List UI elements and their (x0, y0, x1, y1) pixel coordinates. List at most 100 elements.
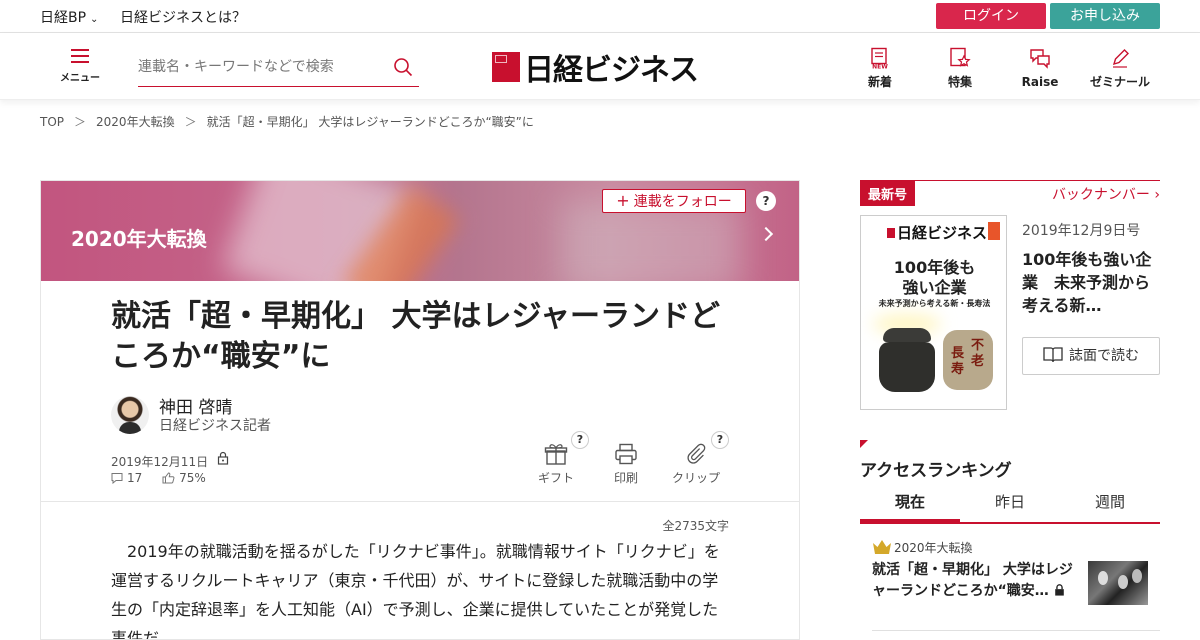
cover-headline-line: 強い企業 (902, 278, 967, 297)
nikkei-bp-dropdown[interactable]: 日経BP ⌄ (40, 7, 98, 27)
menu-button[interactable]: メニュー (58, 49, 102, 89)
breadcrumb-separator: ＞ (184, 115, 197, 129)
lock-icon (1054, 584, 1064, 596)
latest-issue-tag: 最新号 (860, 181, 916, 206)
comment-icon (111, 473, 123, 484)
back-numbers-link[interactable]: バックナンバー › (1052, 184, 1160, 204)
nav-new-label: 新着 (867, 75, 892, 89)
about-link[interactable]: 日経ビジネスとは？ (120, 7, 246, 27)
ranking-marker-icon (860, 440, 868, 448)
nikkei-bp-label: 日経BP (40, 10, 87, 26)
clip-help-icon[interactable]: ? (711, 431, 729, 449)
gift-icon (544, 444, 568, 465)
cover-headline-line: 100年後も (893, 258, 976, 277)
article-card: 2020年大転換 + 連載をフォロー ? 就活「超・早期化」 大学はレジャーランド… (40, 180, 800, 640)
word-count: 全2735文字 (662, 519, 729, 533)
follow-label: 連載をフォロー (633, 194, 732, 210)
book-icon (1043, 347, 1063, 363)
nav-raise-label: Raise (1021, 75, 1059, 89)
breadcrumb-separator: ＞ (74, 115, 87, 129)
lock-icon (217, 451, 229, 465)
jar-char: 老 (971, 354, 985, 369)
cover-headline: 100年後も 強い企業 (861, 258, 1006, 298)
breadcrumb-series[interactable]: 2020年大転換 (96, 115, 175, 129)
tab-current[interactable]: 現在 (860, 486, 960, 522)
seminar-icon (1112, 49, 1129, 68)
breadcrumb-top[interactable]: TOP (40, 115, 64, 129)
author-avatar (111, 396, 149, 434)
magazine-cover[interactable]: 日経ビジネス 100年後も 強い企業 未来予測から考える新・長寿法 不 老 長 … (860, 215, 1007, 410)
search-input[interactable] (138, 51, 378, 83)
clip-label: クリップ (671, 471, 720, 485)
ranking-thumbnail (1088, 561, 1148, 605)
chevron-right-icon (758, 226, 774, 242)
breadcrumb-current: 就活「超・早期化」 大学はレジャーランドどころか“職安”に (206, 115, 534, 129)
svg-text:NEW: NEW (872, 64, 888, 70)
ranking-series: 2020年大転換 (894, 541, 973, 555)
search-box (138, 51, 419, 87)
ranking-title: アクセスランキング (860, 461, 1012, 481)
back-numbers-label: バックナンバー (1051, 187, 1150, 203)
ranking-headline-text: 就活「超・早期化」 大学はレジャーランドどころか“職安… (872, 562, 1073, 599)
ranking-tabs: 現在 昨日 週間 (860, 486, 1160, 524)
new-icon: NEW (871, 47, 888, 70)
cover-logo-text: 日経ビジネス (897, 224, 988, 242)
print-icon (615, 443, 637, 465)
read-button-label: 誌面で読む (1069, 348, 1139, 364)
cover-tagline: 未来予測から考える新・長寿法 (878, 299, 991, 308)
cover-logo: 日経ビジネス (887, 222, 987, 243)
article-headline: 就活「超・早期化」 大学はレジャーランドどころか“職安”に (111, 299, 720, 374)
publish-date: 2019年12月11日 (111, 455, 209, 469)
nav-raise[interactable]: Raise (1005, 47, 1075, 90)
gift-help-icon[interactable]: ? (571, 431, 589, 449)
ranking-item[interactable]: 2020年大転換 就活「超・早期化」 大学はレジャーランドどころか“職安… (872, 536, 1160, 616)
raise-icon (1030, 49, 1050, 69)
cover-badge (988, 222, 1000, 240)
series-title: 2020年大転換 (71, 227, 207, 251)
nav-new[interactable]: NEW 新着 (845, 47, 915, 90)
chevron-right-icon: › (1154, 187, 1160, 203)
follow-help-icon[interactable]: ? (756, 191, 776, 211)
login-button[interactable]: ログイン (936, 3, 1046, 29)
breadcrumb: TOP ＞ 2020年大転換 ＞ 就活「超・早期化」 大学はレジャーランドどころか“職安… (40, 113, 534, 130)
tab-weekly[interactable]: 週間 (1060, 486, 1160, 522)
read-magazine-button[interactable]: 誌面で読む (1022, 337, 1160, 375)
nav-feature[interactable]: 特集 (925, 47, 995, 90)
clip-button[interactable]: クリップ ? (671, 431, 729, 486)
utility-bar: 日経BP ⌄ 日経ビジネスとは？ ログイン お申し込み (0, 0, 1200, 33)
logo-text: 日経ビジネス (524, 53, 699, 88)
divider (41, 501, 799, 502)
site-logo[interactable]: 日経ビジネス (492, 49, 699, 88)
logo-mark-icon (492, 52, 520, 82)
issue-title[interactable]: 100年後も強い企業 未来予測から考える新… (1022, 248, 1160, 317)
author-role: 日経ビジネス記者 (159, 418, 271, 434)
follow-series-button[interactable]: + 連載をフォロー (602, 189, 746, 213)
ranking-headline: 就活「超・早期化」 大学はレジャーランドどころか“職安… (872, 560, 1077, 602)
tab-yesterday[interactable]: 昨日 (960, 486, 1060, 522)
jar-char: 寿 (951, 362, 965, 377)
print-button[interactable]: 印刷 (601, 443, 651, 486)
article-stats: 17 75% (111, 471, 206, 485)
search-icon[interactable] (393, 57, 413, 77)
crown-icon (873, 540, 891, 554)
gift-button[interactable]: ギフト ? (531, 431, 589, 486)
cover-jar-image: 不 老 長 寿 (943, 330, 993, 390)
article-body: 2019年の就職活動を揺るがした「リクナビ事件」。就職情報サイト「リクナビ」を運… (111, 542, 720, 640)
divider (872, 630, 1160, 631)
clip-icon (687, 443, 706, 464)
menu-label: メニュー (60, 73, 100, 84)
issue-date: 2019年12月9日号 (1022, 223, 1141, 239)
site-header: メニュー 日経ビジネス NEW 新着 特集 Raise (0, 33, 1200, 100)
chevron-down-icon: ⌄ (90, 14, 99, 25)
gift-label: ギフト (537, 471, 574, 485)
nav-seminar-label: ゼミナール (1089, 75, 1150, 89)
hamburger-icon (71, 49, 89, 63)
thumbs-up-icon (162, 472, 175, 484)
like-rate: 75% (179, 471, 206, 485)
print-label: 印刷 (613, 471, 638, 485)
apply-button[interactable]: お申し込み (1050, 3, 1160, 29)
comment-count[interactable]: 17 (127, 471, 142, 485)
feature-icon (950, 47, 971, 67)
cover-pot-image (873, 314, 941, 398)
nav-seminar[interactable]: ゼミナール (1085, 47, 1155, 90)
